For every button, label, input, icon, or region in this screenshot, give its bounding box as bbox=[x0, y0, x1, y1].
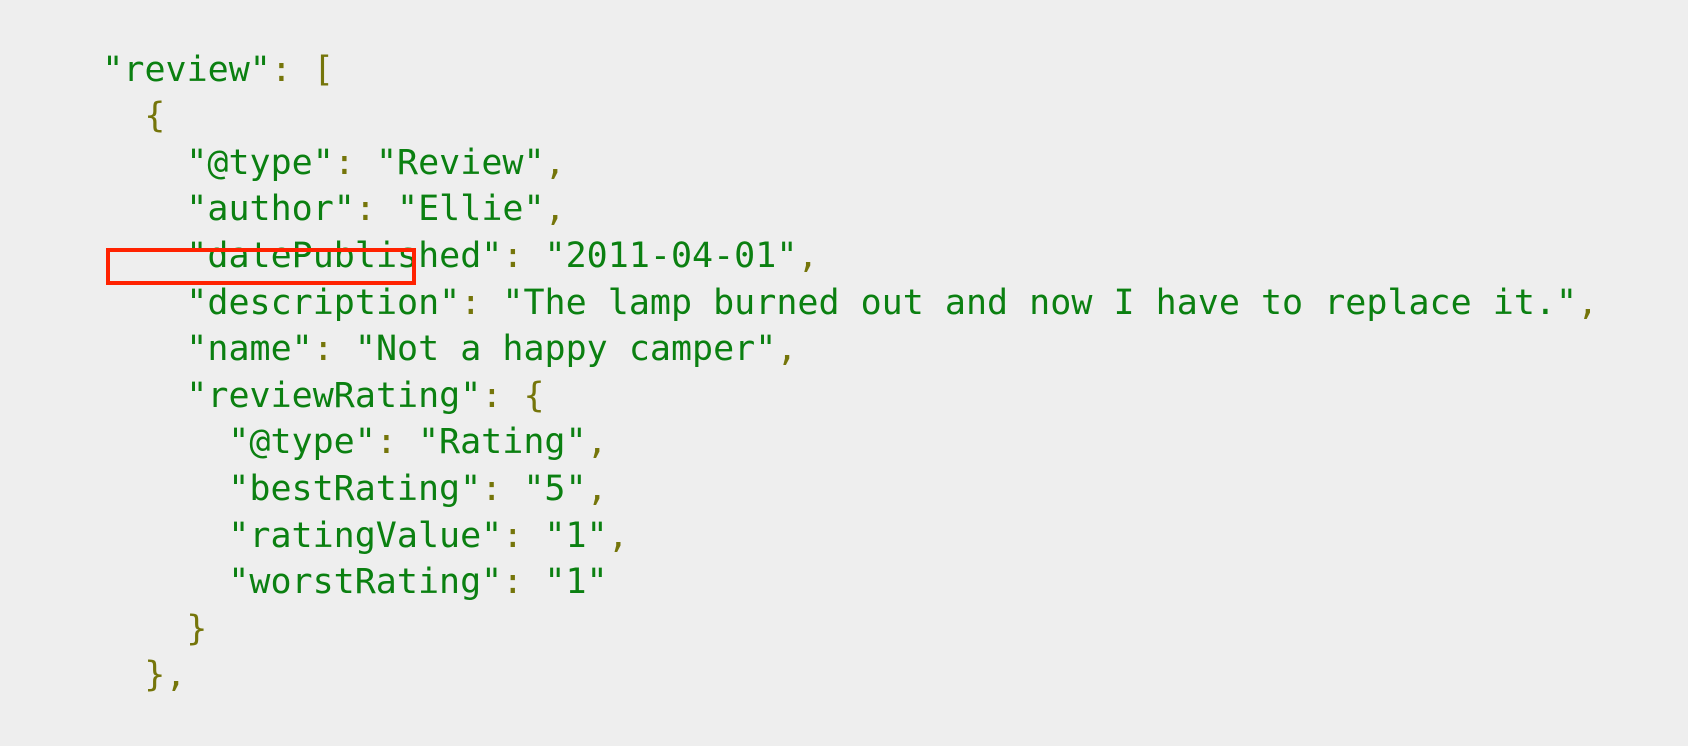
code-line-description: "description": "The lamp burned out and … bbox=[0, 233, 1688, 323]
code-line: }, bbox=[0, 606, 1688, 695]
code-line: "datePublished": "2011-04-01", bbox=[0, 186, 1688, 276]
code-line: "review": [ bbox=[0, 0, 1688, 90]
close-brace-comma-token: }, bbox=[144, 655, 187, 696]
code-line: "worstRating": "1" bbox=[0, 513, 1688, 602]
code-line: "@type": "Rating", bbox=[0, 373, 1688, 462]
code-line: "bestRating": "5", bbox=[0, 419, 1688, 509]
code-line: "@type": "Review", bbox=[0, 93, 1688, 183]
json-code-block: "review": [ { "@type": "Review", "author… bbox=[0, 0, 1688, 714]
code-line: "ratingValue": "1", bbox=[0, 466, 1688, 556]
code-line: } bbox=[0, 559, 1688, 649]
code-line: { bbox=[0, 47, 1688, 136]
code-line: "author": "Ellie", bbox=[0, 140, 1688, 229]
code-line: "name": "Not a happy camper", bbox=[0, 280, 1688, 369]
code-line: "reviewRating": { bbox=[0, 326, 1688, 416]
